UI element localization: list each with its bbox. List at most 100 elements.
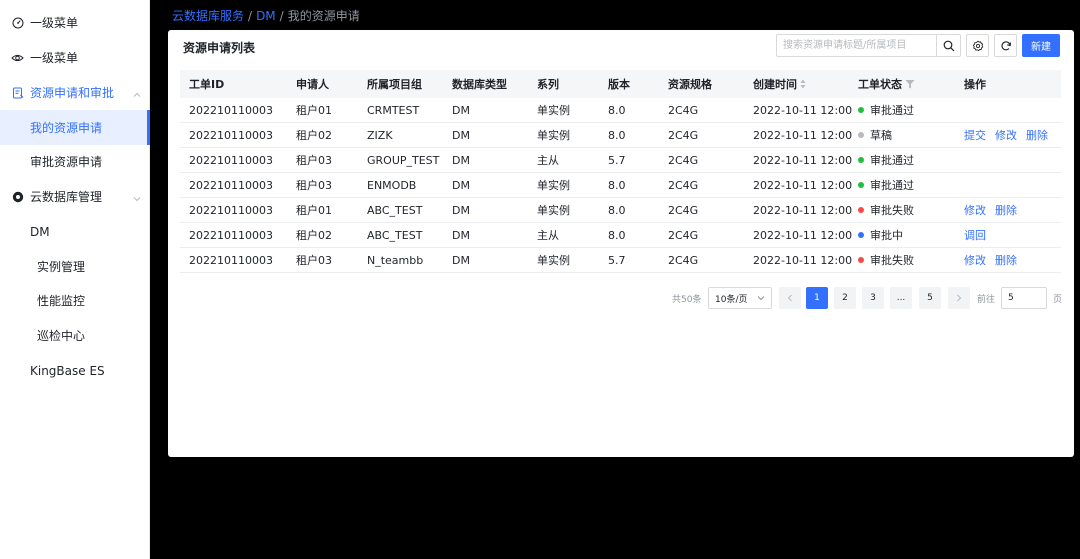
settings-button[interactable] [966,34,989,57]
cell-created: 2022-10-11 12:00 [753,253,853,267]
page-button-1[interactable]: 1 [806,287,828,309]
goto-page-input[interactable]: 5 [1001,287,1047,309]
delete-link[interactable]: 删除 [995,204,1017,217]
sidebar-item-inspection[interactable]: 巡检中心 [0,318,150,353]
sidebar-item-label: 实例管理 [37,260,86,274]
sidebar-item-instances[interactable]: 实例管理 [0,249,150,284]
cell-project: ABC_TEST [367,203,423,217]
cell-created: 2022-10-11 12:00 [753,103,853,117]
page-title: 资源申请列表 [183,41,256,55]
sidebar-item-dm[interactable]: DM [0,214,150,249]
status-label: 审批通过 [870,104,914,117]
sidebar-item-label: 云数据库管理 [30,190,103,204]
col-header-version: 版本 [608,76,630,92]
edit-link[interactable]: 修改 [995,129,1017,142]
col-header-status[interactable]: 工单状态 [858,76,915,92]
cell-version: 8.0 [608,178,626,192]
cell-spec: 2C4G [668,103,699,117]
cell-series: 单实例 [537,104,570,117]
status-badge: 草稿 [858,127,892,143]
page-size-select[interactable]: 10条/页 [708,287,772,309]
sort-icon[interactable] [800,79,806,92]
breadcrumb-mid[interactable]: DM [256,9,276,23]
cell-actions: 调回 [964,227,995,243]
cell-db-type: DM [452,178,470,192]
chevron-up-icon [133,88,141,97]
pagination-total: 共50条 [672,294,702,305]
status-dot-icon [858,207,864,213]
column-header-label: 数据库类型 [452,78,507,91]
cell-applicant: 租户02 [296,129,332,142]
status-badge: 审批中 [858,227,903,243]
column-header-label: 创建时间 [753,78,797,91]
eye-icon [11,51,24,64]
cell-series: 单实例 [537,254,570,267]
status-dot-icon [858,132,864,138]
page-button-3[interactable]: 3 [862,287,884,309]
sidebar-item-label: 巡检中心 [37,329,86,343]
sidebar-item-cloud-db[interactable]: 云数据库管理 [0,179,150,214]
cell-version: 5.7 [608,153,626,167]
sidebar-item-label: 审批资源申请 [30,155,103,169]
cell-series: 单实例 [537,129,570,142]
sidebar-item-kingbase[interactable]: KingBase ES [0,353,150,388]
cell-db-type: DM [452,103,470,117]
breadcrumb-separator: / [279,9,284,23]
cell-applicant: 租户03 [296,179,332,192]
page-button-5[interactable]: 5 [919,287,941,309]
sidebar-item-menu-1[interactable]: 一级菜单 [0,5,150,40]
cell-db-type: DM [452,203,470,217]
table-body: 202210110003 租户01 CRMTEST DM 单实例 8.0 2C4G 2022-… [180,98,1061,273]
recall-link[interactable]: 调回 [964,229,986,242]
edit-link[interactable]: 修改 [964,204,986,217]
gear-icon [972,40,983,51]
cell-spec: 2C4G [668,228,699,242]
cell-project: CRMTEST [367,103,420,117]
cell-series: 单实例 [537,204,570,217]
main-card: 资源申请列表 新建 工单ID申请人所属项目组数据库类型系列版本资源规格创建时间工… [168,30,1074,457]
cell-project: ENMODB [367,178,417,192]
sidebar-item-monitoring[interactable]: 性能监控 [0,283,150,318]
refresh-button[interactable] [994,34,1017,57]
page-ellipsis[interactable]: ... [890,287,912,309]
sidebar-item-my-requests[interactable]: 我的资源申请 [0,110,150,145]
sidebar-item-label: DM [30,224,50,239]
breadcrumb-root[interactable]: 云数据库服务 [172,9,244,23]
prev-page-button[interactable] [779,287,801,309]
table-row: 202210110003 租户01 ABC_TEST DM 单实例 8.0 2C4G 2022… [180,198,1061,223]
sidebar-item-menu-2[interactable]: 一级菜单 [0,40,150,75]
col-header-series: 系列 [537,76,559,92]
cell-created: 2022-10-11 12:00 [753,153,853,167]
status-label: 审批通过 [870,154,914,167]
status-badge: 审批失败 [858,202,914,218]
breadcrumb-current: 我的资源申请 [287,9,360,23]
delete-link[interactable]: 删除 [995,254,1017,267]
next-page-button[interactable] [948,287,970,309]
database-icon [11,190,24,203]
chevron-left-icon [787,294,792,302]
search-button[interactable] [936,35,960,56]
status-dot-icon [858,107,864,113]
sidebar-item-approve-requests[interactable]: 审批资源申请 [0,144,150,179]
delete-link[interactable]: 删除 [1026,129,1048,142]
status-badge: 审批通过 [858,102,914,118]
submit-link[interactable]: 提交 [964,129,986,142]
cell-created: 2022-10-11 12:00 [753,228,853,242]
status-label: 审批失败 [870,254,914,267]
cell-id: 202210110003 [189,128,273,142]
column-header-label: 资源规格 [668,78,712,91]
cell-version: 5.7 [608,253,626,267]
sidebar-item-resource-approval[interactable]: 资源申请和审批 [0,75,150,110]
status-dot-icon [858,257,864,263]
new-button[interactable]: 新建 [1022,34,1060,57]
cell-project: GROUP_TEST [367,153,440,167]
status-dot-icon [858,157,864,163]
filter-icon[interactable] [905,79,915,92]
col-header-created[interactable]: 创建时间 [753,76,806,92]
sidebar-item-label: 性能监控 [37,294,86,308]
cell-created: 2022-10-11 12:00 [753,203,853,217]
status-badge: 审批通过 [858,177,914,193]
page-button-2[interactable]: 2 [834,287,856,309]
edit-link[interactable]: 修改 [964,254,986,267]
search-input[interactable] [777,35,937,56]
